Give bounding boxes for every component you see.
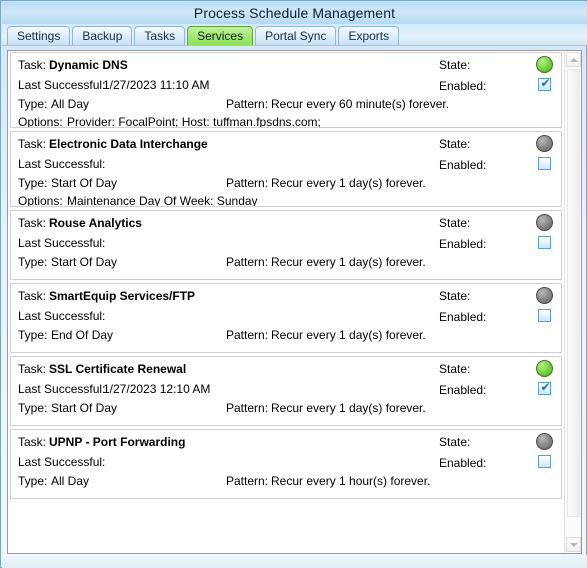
pattern-value: Recur every 1 day(s) forever.: [271, 176, 426, 190]
task-label: Task:: [18, 289, 47, 303]
state-indicator-off: [536, 135, 553, 152]
page-title: Process Schedule Management: [193, 5, 396, 21]
state-indicator-off: [536, 433, 553, 450]
type-label: Type:: [18, 97, 48, 111]
state-indicator-on: [536, 56, 553, 73]
tab-services[interactable]: Services: [187, 26, 254, 45]
tab-exports[interactable]: Exports: [338, 26, 400, 45]
type-value: All Day: [51, 474, 90, 488]
enabled-checkbox[interactable]: [538, 309, 551, 322]
options-value: Maintenance Day Of Week: Sunday: [67, 194, 258, 207]
enabled-checkbox[interactable]: [538, 157, 551, 170]
task-label: Task:: [18, 137, 47, 151]
tab-backup[interactable]: Backup: [72, 26, 133, 45]
pattern-label: Pattern:: [226, 474, 269, 488]
task-name: SmartEquip Services/FTP: [49, 289, 196, 303]
state-indicator-off: [536, 214, 553, 231]
pattern-value: Recur every 1 hour(s) forever.: [271, 474, 431, 488]
last-successful-label: Last Successful:: [18, 157, 106, 171]
type-value: Start Of Day: [51, 176, 118, 190]
state-indicator-off: [536, 287, 553, 304]
last-successful-label: Last Successful:: [18, 455, 106, 469]
task-card: Task: UPNP - Port Forwarding Last Successf…: [10, 429, 562, 499]
application-window: Process Schedule Management Settings Back…: [0, 0, 587, 568]
enabled-checkbox[interactable]: [538, 455, 551, 468]
task-name: Dynamic DNS: [49, 58, 128, 72]
task-label: Task:: [18, 435, 47, 449]
pattern-value: Recur every 60 minute(s) forever.: [271, 97, 450, 111]
state-label: State:: [439, 216, 471, 230]
last-successful-label: Last Successful:: [18, 309, 106, 323]
task-name: UPNP - Port Forwarding: [49, 435, 186, 449]
enabled-checkbox[interactable]: ✔: [538, 380, 551, 395]
pattern-value: Recur every 1 day(s) forever.: [271, 255, 426, 269]
enabled-checkbox[interactable]: ✔: [538, 76, 551, 91]
tab-strip: Settings Backup Tasks Services Portal Sync Ex…: [2, 24, 587, 46]
enabled-label: Enabled:: [439, 79, 487, 93]
last-successful-label: Last Successful:: [18, 236, 106, 250]
scrollbar-thumb[interactable]: [567, 69, 580, 517]
task-label: Task:: [18, 216, 47, 230]
state-label: State:: [439, 362, 471, 376]
vertical-scrollbar[interactable]: [564, 51, 581, 553]
pattern-label: Pattern:: [226, 328, 269, 342]
task-card: Task: Rouse Analytics Last Successful: Type…: [10, 210, 562, 280]
type-value: All Day: [51, 97, 90, 111]
last-successful-value: 1/27/2023 12:10 AM: [103, 382, 211, 396]
state-label: State:: [439, 58, 471, 72]
title-bar: Process Schedule Management: [2, 2, 587, 25]
type-value: Start Of Day: [51, 401, 118, 415]
check-icon: ✔: [540, 76, 551, 90]
last-successful-label: Last Successful:: [18, 78, 106, 92]
state-label: State:: [439, 289, 471, 303]
chevron-up-icon: [569, 57, 578, 62]
pattern-value: Recur every 1 day(s) forever.: [271, 328, 426, 342]
chevron-down-icon: [569, 542, 578, 547]
type-label: Type:: [18, 328, 48, 342]
last-successful-value: 1/27/2023 11:10 AM: [103, 78, 210, 92]
task-card: Task: SmartEquip Services/FTP Last Success…: [10, 283, 562, 353]
task-name: SSL Certificate Renewal: [49, 362, 187, 376]
task-label: Task:: [18, 58, 47, 72]
task-label: Task:: [18, 362, 47, 376]
pattern-label: Pattern:: [226, 255, 269, 269]
state-label: State:: [439, 137, 471, 151]
enabled-label: Enabled:: [439, 456, 487, 470]
state-label: State:: [439, 435, 471, 449]
task-card: Task: Electronic Data Interchange Last Suc…: [10, 131, 562, 207]
task-card: Task: Dynamic DNS Last Successful: 1/27/202…: [10, 52, 562, 128]
enabled-label: Enabled:: [439, 158, 487, 172]
scroll-down-button[interactable]: [566, 537, 581, 552]
options-value: Provider: FocalPoint; Host: tuffman.fpsd…: [67, 115, 321, 128]
task-card-list: Task: Dynamic DNS Last Successful: 1/27/202…: [8, 51, 564, 553]
type-value: End Of Day: [51, 328, 114, 342]
type-label: Type:: [18, 176, 48, 190]
type-label: Type:: [18, 401, 48, 415]
enabled-label: Enabled:: [439, 310, 487, 324]
window-bottom-strip: [2, 555, 587, 568]
task-name: Rouse Analytics: [49, 216, 142, 230]
services-list-panel: Task: Dynamic DNS Last Successful: 1/27/202…: [7, 50, 582, 554]
check-icon: ✔: [540, 380, 551, 394]
type-label: Type:: [18, 255, 48, 269]
type-label: Type:: [18, 474, 48, 488]
tab-settings[interactable]: Settings: [7, 26, 71, 45]
last-successful-label: Last Successful:: [18, 382, 106, 396]
enabled-label: Enabled:: [439, 237, 487, 251]
state-indicator-on: [536, 360, 553, 377]
task-card: Task: SSL Certificate Renewal Last Success…: [10, 356, 562, 426]
options-label: Options:: [18, 115, 63, 128]
scroll-up-button[interactable]: [566, 52, 581, 67]
type-value: Start Of Day: [51, 255, 118, 269]
enabled-label: Enabled:: [439, 383, 487, 397]
task-name: Electronic Data Interchange: [49, 137, 208, 151]
pattern-value: Recur every 1 day(s) forever.: [271, 401, 426, 415]
pattern-label: Pattern:: [226, 176, 269, 190]
enabled-checkbox[interactable]: [538, 236, 551, 249]
tab-portal-sync[interactable]: Portal Sync: [255, 26, 337, 45]
pattern-label: Pattern:: [226, 401, 269, 415]
options-label: Options:: [18, 194, 63, 207]
pattern-label: Pattern:: [226, 97, 269, 111]
tab-tasks[interactable]: Tasks: [134, 26, 186, 45]
